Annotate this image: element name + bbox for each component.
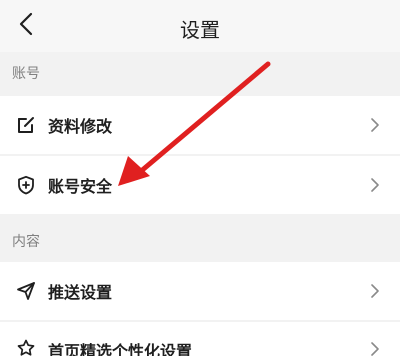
row-label: 账号安全 xyxy=(48,177,113,196)
section-header-content: 内容 xyxy=(0,214,400,262)
section-header-account: 账号 xyxy=(0,52,400,96)
chevron-right-icon xyxy=(371,284,379,298)
chevron-right-icon xyxy=(371,342,379,356)
chevron-right-icon xyxy=(371,118,379,132)
star-badge-icon xyxy=(17,339,35,356)
settings-row-personalization[interactable]: 首页精选个性化设置 xyxy=(0,322,400,356)
settings-row-account-security[interactable]: 账号安全 xyxy=(0,156,400,214)
row-label: 首页精选个性化设置 xyxy=(48,342,193,356)
page-title: 设置 xyxy=(180,18,220,42)
chevron-right-icon xyxy=(371,178,379,192)
row-label: 推送设置 xyxy=(48,283,113,302)
top-bar: 设置 xyxy=(0,0,400,52)
row-label: 资料修改 xyxy=(48,117,113,136)
settings-row-edit-profile[interactable]: 资料修改 xyxy=(0,96,400,154)
settings-row-push[interactable]: 推送设置 xyxy=(0,262,400,320)
send-icon xyxy=(17,282,35,300)
edit-icon xyxy=(18,117,34,133)
shield-plus-icon xyxy=(18,175,34,195)
